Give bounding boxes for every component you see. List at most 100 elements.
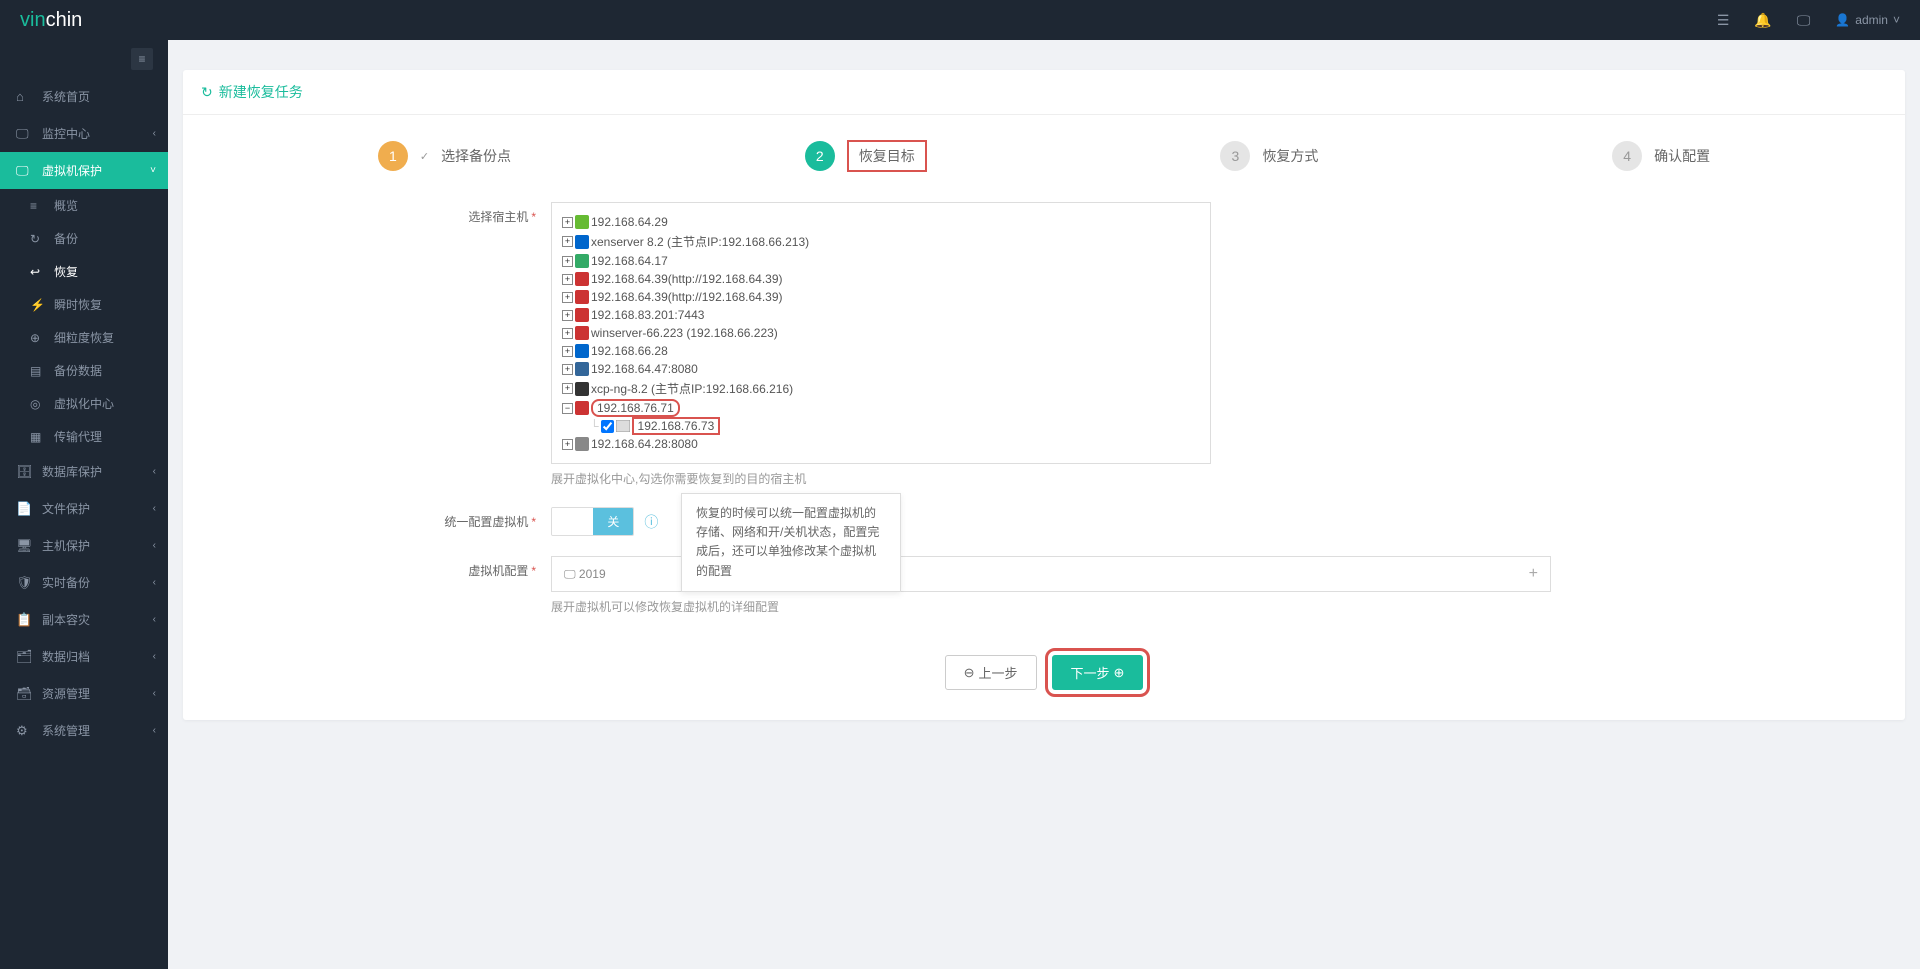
page-title: 新建恢复任务 (219, 82, 303, 102)
sidebar-item-9[interactable]: 🗃 资源管理 ‹ (0, 675, 168, 712)
expand-icon[interactable]: + (1529, 565, 1538, 583)
unified-config-label: 统一配置虚拟机* (201, 507, 551, 536)
chevron-icon: ‹ (153, 614, 156, 625)
prev-button[interactable]: ⊖ 上一步 (945, 655, 1037, 690)
tree-node[interactable]: + 192.168.83.201:7443 (562, 306, 1200, 324)
submenu-item-7[interactable]: ▦传输代理 (0, 420, 168, 453)
sidebar-item-5[interactable]: 🖥主机保护‹ (0, 527, 168, 564)
server-icon (575, 272, 589, 286)
tree-child-node[interactable]: └ 192.168.76.73 (590, 417, 1200, 435)
tree-expand-icon[interactable]: + (562, 439, 573, 450)
step-1[interactable]: 1✓选择备份点 (378, 140, 511, 172)
sidebar-label: 监控中心 (42, 125, 90, 142)
server-icon (575, 308, 589, 322)
submenu-item-6[interactable]: ◎虚拟化中心 (0, 387, 168, 420)
tree-node[interactable]: + 192.168.66.28 (562, 342, 1200, 360)
shield-icon: 🛡 (16, 575, 32, 591)
step-num: 1 (378, 141, 408, 171)
monitor-icon: 🖵 (16, 163, 32, 179)
screen-icon[interactable]: 🖵 (1797, 12, 1811, 29)
info-icon[interactable]: ⓘ (644, 512, 658, 532)
tree-node[interactable]: + 192.168.64.47:8080 (562, 360, 1200, 378)
sidebar-label: 数据归档 (42, 648, 90, 665)
tree-node[interactable]: + 192.168.64.28:8080 (562, 435, 1200, 453)
sidebar-label: 数据库保护 (42, 463, 102, 480)
chevron-icon: ˅ (150, 165, 156, 176)
tree-expand-icon[interactable]: + (562, 346, 573, 357)
step-label: 恢复目标 (847, 140, 927, 172)
submenu-item-4[interactable]: ⊕细粒度恢复 (0, 321, 168, 354)
server-icon (575, 437, 589, 451)
sidebar-label: 副本容灾 (42, 611, 90, 628)
step-num: 4 (1612, 141, 1642, 171)
sidebar-label: 资源管理 (42, 685, 90, 702)
tree-node[interactable]: + 192.168.64.29 (562, 213, 1200, 231)
header: vinchin ☰ 🔔 🖵 👤 admin ˅ (0, 0, 1920, 40)
tree-node[interactable]: + 192.168.64.39(http://192.168.64.39) (562, 270, 1200, 288)
step-label: 恢复方式 (1262, 146, 1318, 166)
unified-config-toggle[interactable]: 关 (551, 507, 634, 536)
tree-label: 192.168.64.39(http://192.168.64.39) (591, 290, 783, 304)
tree-node[interactable]: + xcp-ng-8.2 (主节点IP:192.168.66.216) (562, 378, 1200, 399)
sidebar-item-1[interactable]: 🖵监控中心‹ (0, 115, 168, 152)
tree-expand-icon[interactable]: + (562, 236, 573, 247)
host-hint: 展开虚拟化中心,勾选你需要恢复到的目的宿主机 (551, 470, 1551, 487)
server-icon (575, 326, 589, 340)
submenu-icon: ↻ (30, 232, 46, 246)
tree-checkbox[interactable] (601, 420, 614, 433)
submenu-item-2[interactable]: ↩恢复 (0, 255, 168, 288)
sidebar-item-7[interactable]: 📋 副本容灾 ‹ (0, 601, 168, 638)
tree-node[interactable]: + 192.168.64.39(http://192.168.64.39) (562, 288, 1200, 306)
user-menu[interactable]: 👤 admin ˅ (1835, 13, 1900, 27)
list-icon[interactable]: ☰ (1717, 12, 1730, 29)
sidebar-label: 虚拟机保护 (42, 162, 102, 179)
step-4[interactable]: 4确认配置 (1612, 140, 1710, 172)
host-tree[interactable]: + 192.168.64.29+ xenserver 8.2 (主节点IP:19… (551, 202, 1211, 464)
logo: vinchin (20, 9, 82, 32)
tree-expand-icon[interactable]: + (562, 274, 573, 285)
sidebar-item-10[interactable]: ⚙系统管理‹ (0, 712, 168, 749)
hamburger-icon[interactable]: ≡ (131, 48, 153, 70)
sidebar-item-0[interactable]: ⌂系统首页 (0, 78, 168, 115)
submenu-label: 概览 (54, 197, 78, 214)
tree-node[interactable]: + xenserver 8.2 (主节点IP:192.168.66.213) (562, 231, 1200, 252)
tree-expand-icon[interactable]: + (562, 217, 573, 228)
submenu-item-0[interactable]: ≡概览 (0, 189, 168, 222)
tree-node[interactable]: + winserver-66.223 (192.168.66.223) (562, 324, 1200, 342)
sidebar-item-4[interactable]: 📄文件保护‹ (0, 490, 168, 527)
copy-icon: 📋 (16, 612, 32, 628)
bell-icon[interactable]: 🔔 (1754, 12, 1771, 29)
tree-node[interactable]: + 192.168.64.17 (562, 252, 1200, 270)
server-icon (575, 362, 589, 376)
submenu-item-1[interactable]: ↻备份 (0, 222, 168, 255)
submenu-label: 恢复 (54, 263, 78, 280)
chevron-icon: ‹ (153, 466, 156, 477)
tree-node[interactable]: − 192.168.76.71 (562, 399, 1200, 417)
step-3[interactable]: 3恢复方式 (1220, 140, 1318, 172)
chevron-icon: ‹ (153, 688, 156, 699)
tree-expand-icon[interactable]: + (562, 292, 573, 303)
tree-expand-icon[interactable]: + (562, 328, 573, 339)
tree-expand-icon[interactable]: + (562, 364, 573, 375)
sidebar-item-8[interactable]: 🗂数据归档‹ (0, 638, 168, 675)
sidebar-item-6[interactable]: 🛡实时备份‹ (0, 564, 168, 601)
tree-expand-icon[interactable]: + (562, 310, 573, 321)
tree-expand-icon[interactable]: + (562, 383, 573, 394)
vm-config-label: 虚拟机配置* (201, 556, 551, 615)
step-2[interactable]: 2恢复目标 (805, 140, 927, 172)
sidebar-item-2[interactable]: 🖵 虚拟机保护 ˅ (0, 152, 168, 189)
submenu-label: 瞬时恢复 (54, 296, 102, 313)
sidebar-label: 系统首页 (42, 88, 90, 105)
server-icon (575, 344, 589, 358)
submenu-item-5[interactable]: ▤备份数据 (0, 354, 168, 387)
tree-expand-icon[interactable]: + (562, 256, 573, 267)
submenu-item-3[interactable]: ⚡瞬时恢复 (0, 288, 168, 321)
monitor-icon: 🖵 (16, 126, 32, 142)
gear-icon: ⚙ (16, 723, 32, 739)
sidebar-item-3[interactable]: 🗄数据库保护‹ (0, 453, 168, 490)
tree-expand-icon[interactable]: − (562, 403, 573, 414)
res-icon: 🗃 (16, 686, 32, 702)
chevron-icon: ‹ (153, 651, 156, 662)
next-button[interactable]: 下一步 ⊕ (1052, 655, 1144, 690)
server-icon (575, 235, 589, 249)
